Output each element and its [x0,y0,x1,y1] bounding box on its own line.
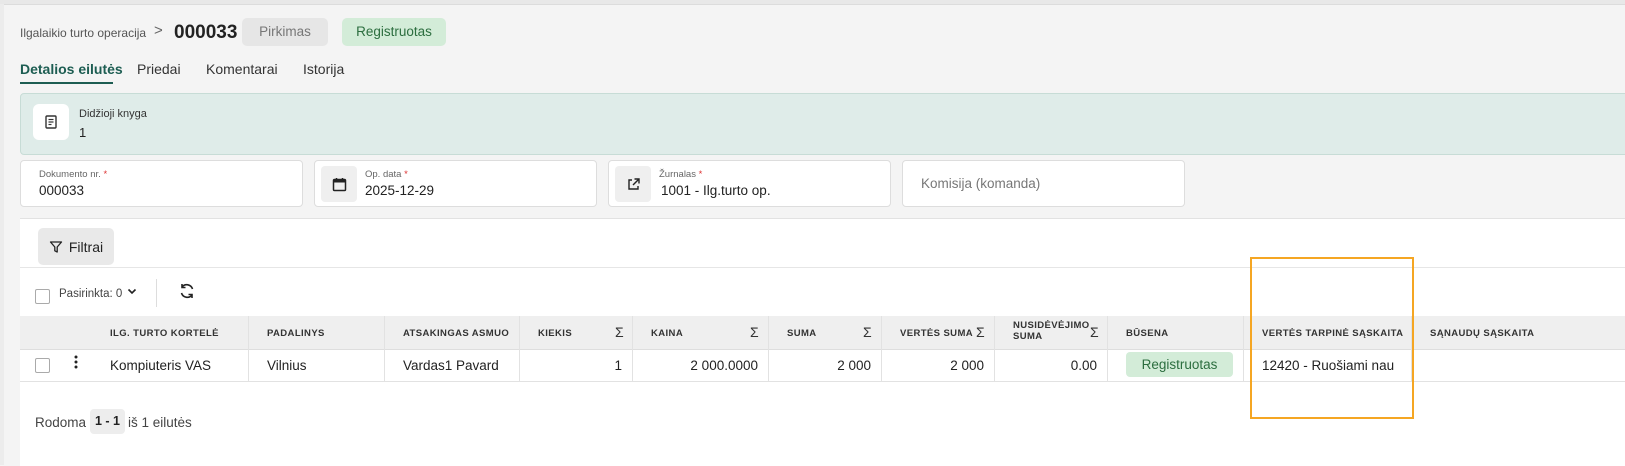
footer-total: iš 1 eilutės [128,415,192,430]
left-border [0,4,4,465]
row-checkbox[interactable] [35,358,50,373]
col-depreciation-header[interactable]: NUSIDĖVĖJIMO SUMA [1013,320,1090,342]
sum-sum-icon[interactable]: Σ [863,324,872,340]
row-menu-icon[interactable] [74,355,78,373]
ledger-banner: Didžioji knyga 1 [20,93,1625,155]
journal-field[interactable]: Žurnalas * 1001 - Ilg.turto op. [608,160,891,207]
status-badge: Registruotas [342,18,446,46]
col-responsible-header[interactable]: ATSAKINGAS ASMUO [403,328,509,339]
col-value-sum-header[interactable]: VERTĖS SUMA [900,328,973,339]
op-date-value: 2025-12-29 [365,183,435,198]
col-sum-header[interactable]: SUMA [787,328,817,339]
filter-icon [49,240,63,253]
tab-comments[interactable]: Komentarai [206,61,278,77]
chevron-down-icon[interactable] [127,285,137,299]
col-status-header[interactable]: BŪSENA [1126,328,1169,339]
breadcrumb-chevron-icon: > [154,22,163,39]
op-date-label: Op. data * [365,169,408,180]
ledger-icon [33,104,69,140]
selected-count: Pasirinkta: 0 [59,288,123,300]
col-cost-account-header[interactable]: SĄNAUDŲ SĄSKAITA [1430,328,1534,339]
col-division-header[interactable]: PADALINYS [267,328,325,339]
cell-price: 2 000.0000 [690,358,758,373]
top-border [0,0,1625,5]
cell-card[interactable]: Kompiuteris VAS [110,358,211,373]
cell-responsible: Vardas1 Pavard [403,358,499,373]
ledger-label: Didžioji knyga [79,108,147,120]
tab-attachments[interactable]: Priedai [137,61,181,77]
type-badge: Pirkimas [242,18,328,46]
select-all-checkbox[interactable] [35,289,50,304]
row-status-badge: Registruotas [1126,352,1233,377]
cell-value-sum: 2 000 [950,358,984,373]
filter-button[interactable]: Filtrai [38,228,114,265]
depreciation-sum-icon[interactable]: Σ [1090,324,1099,340]
footer-showing-label: Rodoma [35,415,87,430]
commission-placeholder: Komisija (komanda) [921,176,1041,191]
commission-field[interactable]: Komisija (komanda) [902,160,1185,207]
doc-number-value: 000033 [39,183,85,198]
page-title: 000033 [174,22,238,43]
qty-sum-icon[interactable]: Σ [615,324,624,340]
cell-division: Vilnius [267,358,307,373]
cell-qty: 1 [614,358,622,373]
highlight-box [1250,257,1414,419]
value-sum-icon[interactable]: Σ [976,324,985,340]
doc-number-label: Dokumento nr. * [39,169,108,180]
toolbar-separator [156,279,157,307]
journal-value: 1001 - Ilg.turto op. [661,183,771,198]
footer-range: 1 - 1 [90,409,126,434]
refresh-icon[interactable] [178,282,196,300]
ledger-value: 1 [79,125,87,140]
col-card-header[interactable]: ILG. TURTO KORTELĖ [110,328,219,339]
journal-label: Žurnalas * [659,169,703,180]
price-sum-icon[interactable]: Σ [750,324,759,340]
doc-number-field[interactable]: Dokumento nr. * 000033 [20,160,303,207]
calendar-icon[interactable] [321,166,357,202]
breadcrumb-parent[interactable]: Ilgalaikio turto operacija [20,26,146,40]
cell-sum: 2 000 [837,358,871,373]
active-tab-indicator [20,82,113,84]
external-link-icon[interactable] [615,166,651,202]
col-qty-header[interactable]: KIEKIS [538,328,572,339]
op-date-field[interactable]: Op. data * 2025-12-29 [314,160,597,207]
filter-label: Filtrai [68,238,104,255]
tab-details[interactable]: Detalios eilutės [20,61,123,77]
col-price-header[interactable]: KAINA [651,328,683,339]
cell-depreciation: 0.00 [1070,358,1097,373]
tab-history[interactable]: Istorija [303,61,344,77]
